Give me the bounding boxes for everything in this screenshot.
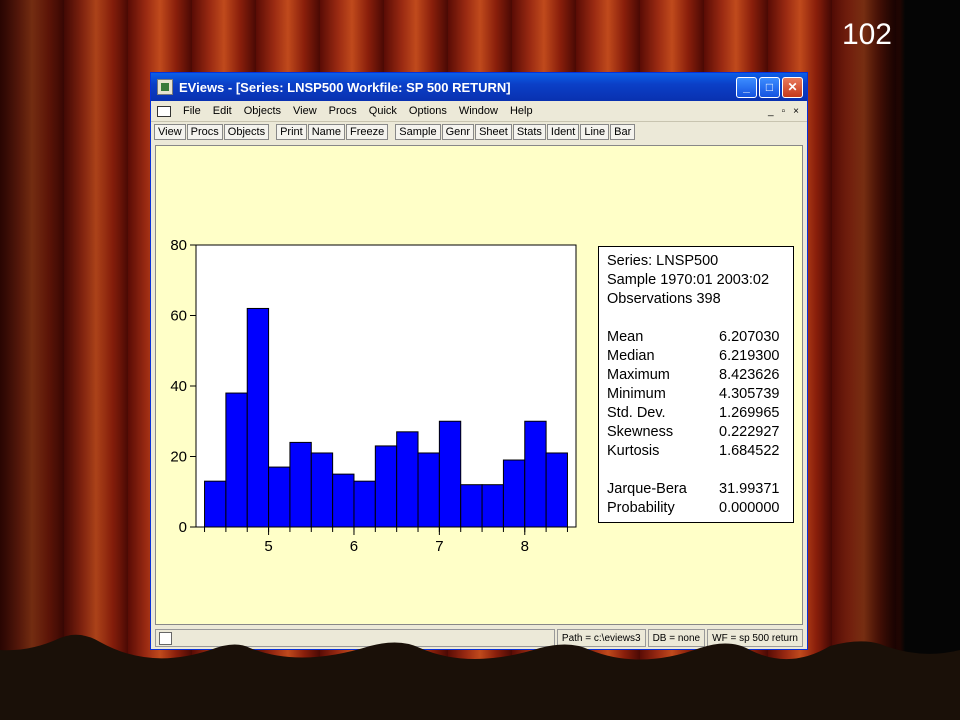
menu-help[interactable]: Help	[504, 105, 539, 117]
descriptive-stats-box: Series: LNSP500 Sample 1970:01 2003:02 O…	[598, 246, 794, 523]
menu-procs[interactable]: Procs	[323, 105, 363, 117]
name-button[interactable]: Name	[307, 124, 346, 140]
stat-label: Jarque-Bera	[607, 481, 687, 497]
histogram-bar	[502, 459, 526, 528]
doc-restore-icon[interactable]: ▫	[782, 106, 786, 117]
x-tick-label: 7	[435, 538, 443, 555]
genr-button[interactable]: Genr	[441, 124, 475, 140]
stats-button[interactable]: Stats	[512, 124, 546, 140]
stat-value: 6.219300	[719, 348, 780, 364]
histogram-bar	[374, 445, 398, 528]
stats-sample: Sample 1970:01 2003:02	[607, 272, 770, 288]
sample-button[interactable]: Sample	[395, 124, 441, 140]
y-tick-label: 0	[179, 519, 187, 536]
stat-label: Skewness	[607, 424, 674, 440]
stat-value: 0.000000	[719, 500, 780, 516]
histogram-bar	[460, 484, 483, 528]
bar-button[interactable]: Bar	[610, 124, 636, 140]
line-button[interactable]: Line	[580, 124, 610, 140]
histogram-bar	[225, 392, 248, 528]
stat-value: 6.207030	[719, 329, 780, 345]
y-tick-label: 60	[170, 308, 187, 325]
y-tick-label: 40	[170, 378, 187, 395]
stat-row-minimum: Minimum 4.305739	[607, 385, 785, 404]
histogram-bar	[545, 452, 568, 528]
stat-label: Std. Dev.	[607, 405, 666, 421]
stat-label: Maximum	[607, 367, 670, 383]
stats-series: Series: LNSP500	[607, 253, 719, 269]
histogram-bar	[481, 484, 504, 528]
histogram-bar	[246, 307, 270, 528]
close-button[interactable]: ✕	[782, 76, 803, 98]
title-bar[interactable]: EViews - [Series: LNSP500 Workfile: SP 5…	[151, 73, 807, 101]
eviews-window: EViews - [Series: LNSP500 Workfile: SP 5…	[150, 72, 808, 650]
stat-value: 31.99371	[719, 481, 780, 497]
minimize-button[interactable]: _	[736, 76, 757, 98]
objects-button[interactable]: Objects	[223, 124, 270, 140]
stat-row-mean: Mean 6.207030	[607, 328, 785, 347]
stat-value: 8.423626	[719, 367, 780, 383]
ident-button[interactable]: Ident	[546, 124, 580, 140]
histogram-bar	[289, 441, 312, 528]
stat-value: 4.305739	[719, 386, 780, 402]
doc-minimize-icon[interactable]: _	[768, 106, 774, 117]
menu-quick[interactable]: Quick	[363, 105, 403, 117]
stat-row-probability: Probability 0.000000	[607, 499, 785, 518]
stat-value: 1.269965	[719, 405, 780, 421]
menu-window[interactable]: Window	[453, 105, 504, 117]
document-icon[interactable]	[157, 105, 171, 117]
procs-button[interactable]: Procs	[186, 124, 223, 140]
series-toolbar: View Procs Objects Print Name Freeze Sam…	[151, 122, 807, 142]
stat-value: 0.222927	[719, 424, 780, 440]
view-button[interactable]: View	[154, 124, 186, 140]
print-button[interactable]: Print	[276, 124, 307, 140]
sheet-button[interactable]: Sheet	[475, 124, 512, 140]
curtain-hem	[0, 634, 960, 720]
doc-close-icon[interactable]: ×	[793, 106, 799, 117]
x-tick-label: 6	[350, 538, 358, 555]
histogram-bar	[353, 480, 376, 528]
minimize-icon: _	[743, 80, 750, 94]
histogram-bar	[332, 473, 355, 528]
histogram-bar	[438, 420, 462, 528]
stat-row-std-dev: Std. Dev. 1.269965	[607, 404, 785, 423]
document-window-controls: _ ▫ ×	[768, 106, 807, 117]
stat-label: Median	[607, 348, 655, 364]
menu-bar: File Edit Objects View Procs Quick Optio…	[151, 101, 807, 122]
stat-row-jarque-bera: Jarque-Bera 31.99371	[607, 480, 785, 499]
stat-label: Kurtosis	[607, 443, 660, 459]
maximize-icon: □	[765, 80, 774, 94]
menu-file[interactable]: File	[177, 105, 207, 117]
series-view-panel[interactable]: 0 20 40 60 80 5 6 7 8 Series: LNSP500 Sample 197…	[155, 145, 803, 625]
stat-label: Mean	[607, 329, 644, 345]
histogram-bar	[204, 480, 227, 528]
stat-row-median: Median 6.219300	[607, 347, 785, 366]
window-title: EViews - [Series: LNSP500 Workfile: SP 5…	[179, 79, 511, 95]
eviews-app-icon[interactable]	[157, 79, 173, 95]
histogram-bar	[417, 452, 440, 528]
histogram-bar	[310, 452, 334, 528]
stat-row-kurtosis: Kurtosis 1.684522	[607, 442, 785, 461]
stat-label: Minimum	[607, 386, 666, 402]
x-tick-label: 8	[521, 538, 529, 555]
freeze-button[interactable]: Freeze	[346, 124, 389, 140]
stat-value: 1.684522	[719, 443, 780, 459]
histogram-bar	[268, 466, 291, 528]
close-icon: ✕	[787, 80, 798, 94]
stat-row-skewness: Skewness 0.222927	[607, 423, 785, 442]
histogram-bar	[396, 431, 419, 528]
histogram-bar	[524, 420, 547, 528]
slide-number: 102	[841, 18, 892, 51]
maximize-button[interactable]: □	[759, 76, 780, 98]
y-tick-label: 80	[170, 237, 187, 254]
stats-observations: Observations 398	[607, 291, 721, 307]
stat-label: Probability	[607, 500, 675, 516]
x-tick-label: 5	[264, 538, 272, 555]
menu-options[interactable]: Options	[403, 105, 453, 117]
menu-objects[interactable]: Objects	[238, 105, 287, 117]
menu-view[interactable]: View	[287, 105, 323, 117]
stat-row-maximum: Maximum 8.423626	[607, 366, 785, 385]
menu-edit[interactable]: Edit	[207, 105, 238, 117]
y-tick-label: 20	[170, 449, 187, 466]
